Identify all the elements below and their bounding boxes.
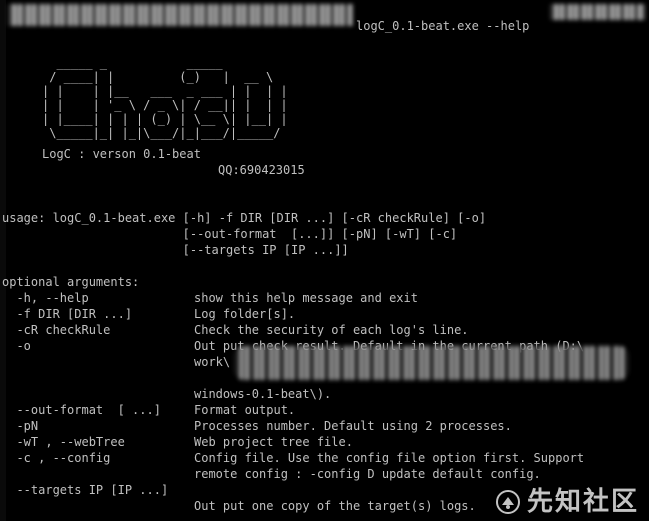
watermark-text: 先知社区 [526, 487, 639, 517]
arg-desc-config: Config file. Use the config file option … [194, 451, 585, 465]
title-command: logC_0.1-beat.exe --help [356, 19, 530, 33]
arg-desc-cr: Check the security of each log's line. [194, 323, 469, 337]
console-window: logC_0.1-beat.exe --help _____ _ _____ /… [0, 0, 649, 521]
xianzhi-logo-icon [495, 490, 520, 514]
redacted-path [234, 346, 629, 380]
arg-flag-o: -o [2, 339, 31, 353]
optional-arguments-header: optional arguments: [2, 275, 140, 289]
arg-desc-out-format: Format output. [194, 403, 296, 417]
arg-desc-pn: Processes number. Default using 2 proces… [194, 419, 512, 433]
arg-flag-targets: --targets IP [IP ...] [2, 483, 169, 497]
arg-flag-out-format: --out-format [ ...] [2, 403, 161, 417]
usage-line-3: [--targets IP [IP ...]] [2, 243, 349, 257]
arg-flag-cr: -cR checkRule [2, 323, 111, 337]
arg-desc-wt: Web project tree file. [194, 435, 353, 449]
qq-line: QQ:690423015 [218, 163, 305, 177]
arg-flag-pn: -pN [2, 419, 39, 433]
arg-flag-wt: -wT , --webTree [2, 435, 125, 449]
arg-desc-help: show this help message and exit [194, 291, 418, 305]
redacted-title-path [8, 4, 353, 26]
arg-desc-o-cont-2: windows-0.1-beat\). [194, 387, 332, 401]
arg-flag-f: -f DIR [DIR ...] [2, 307, 133, 321]
usage-line-1: usage: logC_0.1-beat.exe [-h] -f DIR [DI… [2, 211, 487, 225]
arg-flag-help: -h, --help [2, 291, 89, 305]
version-line: LogC : verson 0.1-beat [42, 147, 201, 161]
arg-desc-targets: Out put one copy of the target(s) logs. [194, 499, 476, 513]
arg-desc-f: Log folder[s]. [194, 307, 296, 321]
usage-line-2: [--out-format [...]] [-pN] [-wT] [-c] [2, 227, 458, 241]
arg-desc-o-cont-1: work\ [194, 355, 231, 369]
ascii-banner: _____ _ _____ / ____| | (_) | __ \ | | |… [42, 56, 288, 140]
arg-flag-config: -c , --config [2, 451, 111, 465]
redacted-title-right [550, 4, 645, 20]
arg-desc-config-cont: remote config : -config D update default… [194, 467, 541, 481]
watermark: 先知社区 [495, 489, 639, 515]
